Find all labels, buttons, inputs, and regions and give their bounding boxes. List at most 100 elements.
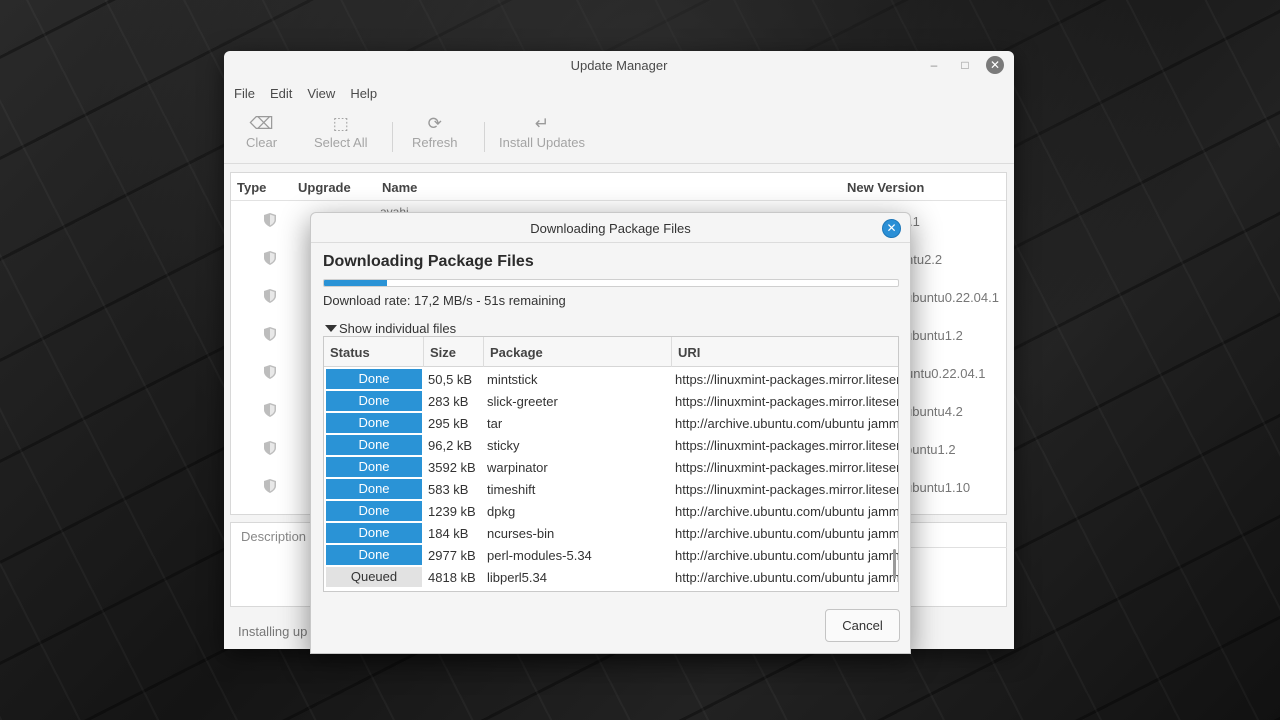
file-size: 50,5 kB [428, 372, 473, 387]
download-dialog: Downloading Package Files ✕ Downloading … [310, 212, 911, 654]
column-name[interactable]: Name [382, 180, 417, 195]
clear-button[interactable]: ⌫ Clear [246, 113, 277, 150]
file-package: warpinator [487, 460, 548, 475]
file-status-badge: Done [326, 523, 422, 543]
minimize-icon[interactable]: – [926, 57, 942, 73]
expander-arrow-icon [325, 325, 337, 332]
column-status[interactable]: Status [324, 337, 424, 367]
new-version-cell: buntu1.2 [905, 442, 956, 457]
menu-view[interactable]: View [301, 86, 341, 101]
new-version-cell: ubuntu1.10 [905, 480, 971, 495]
files-table: Status Size Package URI Done 50,5 kB mints… [323, 336, 899, 592]
clear-icon: ⌫ [249, 114, 274, 133]
security-shield-icon [264, 479, 276, 493]
download-rate: Download rate: 17,2 MB/s - 51s remaining [323, 293, 566, 308]
file-package: sticky [487, 438, 520, 453]
security-shield-icon [264, 403, 276, 417]
files-table-header: Status Size Package URI [324, 337, 898, 367]
file-status-badge: Done [326, 457, 422, 477]
column-package[interactable]: Package [484, 337, 672, 367]
clear-label: Clear [246, 135, 278, 150]
dialog-close-icon[interactable]: ✕ [882, 219, 901, 238]
select-all-label: Select All [314, 135, 368, 150]
maximize-icon[interactable]: □ [957, 57, 973, 73]
install-icon: ↵ [534, 114, 550, 133]
file-row[interactable]: Done 96,2 kB sticky https://linuxmint-packa… [324, 434, 898, 456]
dialog-title: Downloading Package Files [530, 221, 691, 236]
download-progress-fill [324, 280, 388, 286]
menu-edit[interactable]: Edit [264, 86, 298, 101]
security-shield-icon [264, 289, 276, 303]
refresh-button[interactable]: ⟳ Refresh [412, 113, 458, 150]
file-uri: https://linuxmint-packages.mirror.litese… [675, 438, 898, 453]
file-uri: https://linuxmint-packages.mirror.litese… [675, 394, 898, 409]
file-package: slick-greeter [487, 394, 558, 409]
menu-bar: File Edit View Help [224, 80, 1014, 106]
file-row[interactable]: Done 50,5 kB mintstick https://linuxmint-pa… [324, 368, 898, 390]
file-uri: http://archive.ubuntu.com/ubuntu jammy [675, 570, 898, 585]
file-size: 1239 kB [428, 504, 476, 519]
column-upgrade[interactable]: Upgrade [298, 180, 351, 195]
security-shield-icon [264, 251, 276, 265]
file-row[interactable]: Done 184 kB ncurses-bin http://archive.ubun… [324, 522, 898, 544]
file-row[interactable]: Done 1239 kB dpkg http://archive.ubuntu.com… [324, 500, 898, 522]
file-package: libperl5.34 [487, 570, 547, 585]
file-size: 184 kB [428, 526, 469, 541]
file-uri: http://archive.ubuntu.com/ubuntu jammy [675, 548, 898, 563]
file-package: perl-modules-5.34 [487, 548, 592, 563]
files-table-body: Done 50,5 kB mintstick https://linuxmint-pa… [324, 368, 898, 588]
file-uri: http://archive.ubuntu.com/ubuntu jammy [675, 526, 898, 541]
install-updates-button[interactable]: ↵ Install Updates [499, 113, 585, 150]
file-size: 2977 kB [428, 548, 476, 563]
file-status-badge: Done [326, 413, 422, 433]
file-package: dpkg [487, 504, 516, 519]
file-package: mintstick [487, 372, 538, 387]
column-size[interactable]: Size [424, 337, 484, 367]
download-progress-bar [323, 279, 899, 287]
menu-file[interactable]: File [228, 86, 261, 101]
file-status-badge: Done [326, 391, 422, 411]
toolbar: ⌫ Clear ⬚ Select All ⟳ Refresh ↵ Install… [224, 106, 1014, 164]
file-status-badge: Done [326, 545, 422, 565]
file-uri: https://linuxmint-packages.mirror.litese… [675, 460, 898, 475]
files-scrollbar[interactable] [893, 549, 896, 579]
security-shield-icon [264, 441, 276, 455]
column-new-version[interactable]: New Version [847, 180, 924, 195]
file-row[interactable]: Done 283 kB slick-greeter https://linuxmint… [324, 390, 898, 412]
file-uri: http://archive.ubuntu.com/ubuntu jammy [675, 416, 898, 431]
updates-table-header: Type Upgrade Name New Version [231, 173, 1006, 201]
file-row[interactable]: Done 2977 kB perl-modules-5.34 http://archi… [324, 544, 898, 566]
new-version-cell: ubuntu4.2 [905, 404, 963, 419]
install-updates-label: Install Updates [499, 135, 585, 150]
file-uri: http://archive.ubuntu.com/ubuntu jammy [675, 504, 898, 519]
file-uri: https://linuxmint-packages.mirror.litese… [675, 482, 898, 497]
menu-help[interactable]: Help [344, 86, 383, 101]
column-type[interactable]: Type [237, 180, 266, 195]
new-version-cell: ubuntu1.2 [905, 328, 963, 343]
expander-label: Show individual files [339, 321, 457, 336]
cancel-button[interactable]: Cancel [825, 609, 900, 642]
dialog-titlebar[interactable]: Downloading Package Files ✕ [311, 213, 910, 243]
file-row[interactable]: Done 583 kB timeshift https://linuxmint-pac… [324, 478, 898, 500]
security-shield-icon [264, 365, 276, 379]
file-row[interactable]: Done 3592 kB warpinator https://linuxmint-p… [324, 456, 898, 478]
close-icon[interactable]: ✕ [986, 56, 1004, 74]
file-size: 283 kB [428, 394, 469, 409]
file-status-badge: Done [326, 435, 422, 455]
file-row[interactable]: Done 295 kB tar http://archive.ubuntu.com/u… [324, 412, 898, 434]
file-package: ncurses-bin [487, 526, 555, 541]
toolbar-separator [484, 122, 485, 152]
new-version-cell: ubuntu0.22.04.1 [905, 290, 999, 305]
security-shield-icon [264, 213, 276, 227]
dialog-heading: Downloading Package Files [323, 253, 534, 270]
file-package: timeshift [487, 482, 536, 497]
window-titlebar[interactable]: Update Manager – □ ✕ [224, 51, 1014, 79]
new-version-cell: ntu2.2 [906, 252, 943, 267]
description-label: Description [241, 529, 307, 544]
file-row[interactable]: Queued 4818 kB libperl5.34 http://archive.u… [324, 566, 898, 588]
select-all-button[interactable]: ⬚ Select All [314, 113, 367, 150]
column-uri[interactable]: URI [672, 337, 898, 367]
status-text: Installing up [238, 624, 308, 639]
file-size: 583 kB [428, 482, 469, 497]
show-files-expander[interactable]: Show individual files [325, 321, 456, 336]
